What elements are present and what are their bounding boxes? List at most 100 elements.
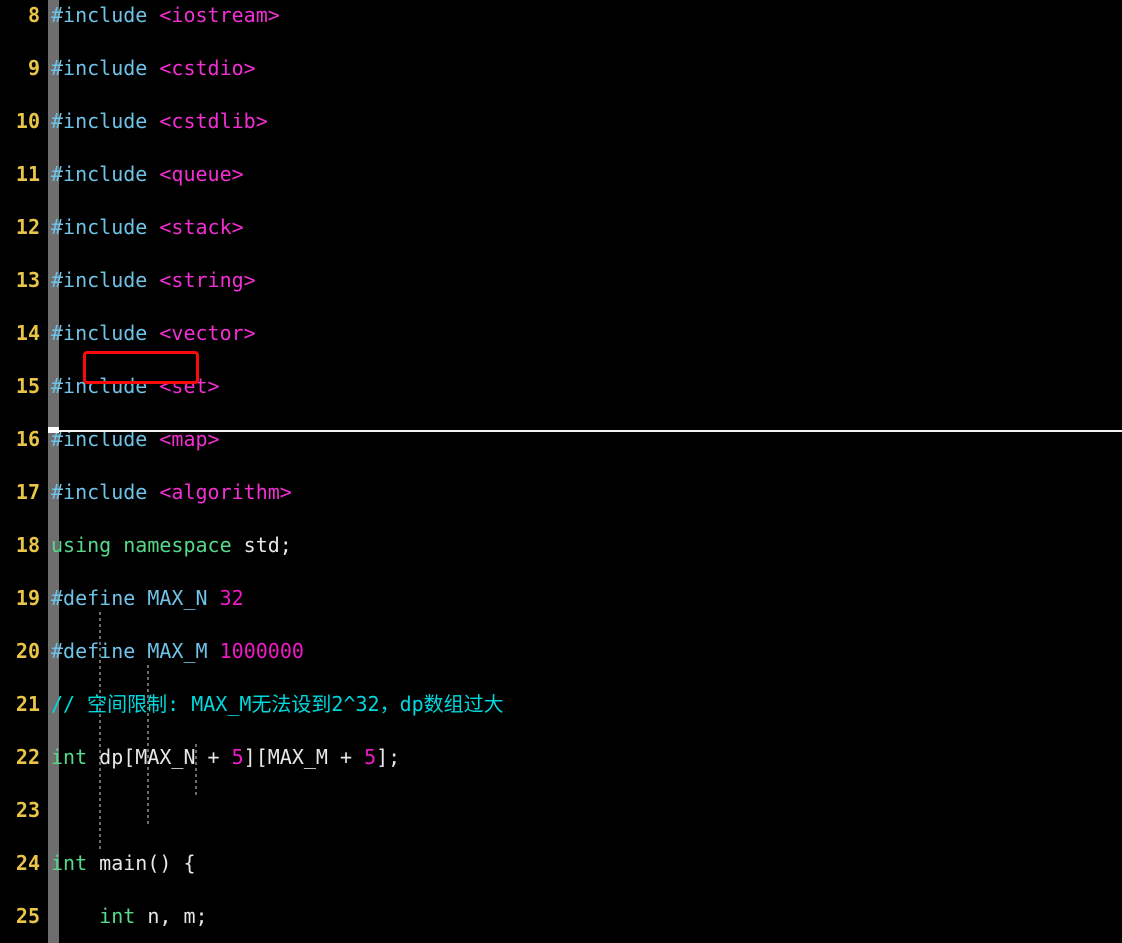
code-token: #include bbox=[51, 56, 148, 80]
code-token: using namespace bbox=[51, 533, 232, 557]
line-number: 10 bbox=[15, 109, 40, 133]
code-line-text: #include <cstdio> bbox=[51, 55, 256, 82]
code-token: main() { bbox=[87, 851, 196, 875]
code-line[interactable]: 18 using namespace std; bbox=[0, 532, 1122, 559]
code-line-text: int n, m; bbox=[51, 903, 208, 930]
code-token: #include bbox=[51, 215, 148, 239]
line-number: 25 bbox=[15, 904, 40, 928]
code-line-text: #include <vector> bbox=[51, 320, 256, 347]
code-line[interactable]: 22 int dp[MAX_N + 5][MAX_M + 5]; bbox=[0, 744, 1122, 771]
code-line-text: #include <algorithm> bbox=[51, 479, 292, 506]
line-number: 18 bbox=[15, 533, 40, 557]
line-number: 14 bbox=[15, 321, 40, 345]
code-token: 5 bbox=[364, 745, 377, 769]
code-line[interactable]: 23 bbox=[0, 797, 1122, 824]
code-token: <set> bbox=[159, 374, 220, 398]
code-token: #define bbox=[51, 586, 136, 610]
line-number: 13 bbox=[15, 268, 40, 292]
code-line-text: #include <set> bbox=[51, 373, 220, 400]
code-token: MAX_M bbox=[147, 639, 208, 663]
code-token: dp[MAX_N + bbox=[87, 745, 232, 769]
code-line[interactable]: 15 #include <set> bbox=[0, 373, 1122, 400]
line-number: 17 bbox=[15, 480, 40, 504]
code-token: <algorithm> bbox=[159, 480, 292, 504]
code-line[interactable]: 20 #define MAX_M 1000000 bbox=[0, 638, 1122, 665]
cursor-line-marker bbox=[48, 427, 59, 433]
code-token: #define bbox=[51, 639, 136, 663]
code-line-text: // 空间限制: MAX_M无法设到2^32，dp数组过大 bbox=[51, 691, 504, 718]
code-line-text: #include <iostream> bbox=[51, 2, 280, 29]
code-line-text: using namespace std; bbox=[51, 532, 292, 559]
code-editor-view[interactable]: 8 #include <iostream> 9 #include <cstdio> 10… bbox=[0, 0, 1122, 943]
code-token: int bbox=[51, 745, 88, 769]
code-line-text: #include <queue> bbox=[51, 161, 244, 188]
code-token: <stack> bbox=[159, 215, 244, 239]
line-number: 8 bbox=[27, 3, 40, 27]
line-number: 20 bbox=[15, 639, 40, 663]
code-token: #include bbox=[51, 3, 148, 27]
code-line[interactable]: 12 #include <stack> bbox=[0, 214, 1122, 241]
line-number: 16 bbox=[15, 427, 40, 451]
code-token: <iostream> bbox=[159, 3, 280, 27]
line-number: 23 bbox=[15, 798, 40, 822]
code-line-text: #include <stack> bbox=[51, 214, 244, 241]
code-line[interactable]: 21 // 空间限制: MAX_M无法设到2^32，dp数组过大 bbox=[0, 691, 1122, 718]
code-line-text: #include <string> bbox=[51, 267, 256, 294]
code-line[interactable]: 24 int main() { bbox=[0, 850, 1122, 877]
code-line[interactable]: 9 #include <cstdio> bbox=[0, 55, 1122, 82]
code-token: #include bbox=[51, 109, 148, 133]
code-token: 5 bbox=[231, 745, 244, 769]
code-line-text: int main() { bbox=[51, 850, 196, 877]
code-token: // 空间限制: MAX_M无法设到2^32，dp数组过大 bbox=[51, 692, 504, 716]
code-line[interactable]: 10 #include <cstdlib> bbox=[0, 108, 1122, 135]
code-line[interactable]: 8 #include <iostream> bbox=[0, 2, 1122, 29]
code-token: 32 bbox=[219, 586, 244, 610]
code-line[interactable]: 13 #include <string> bbox=[0, 267, 1122, 294]
code-token: n, m; bbox=[135, 904, 208, 928]
code-line-text: #define MAX_N 32 bbox=[51, 585, 244, 612]
code-line-text: #include <cstdlib> bbox=[51, 108, 268, 135]
code-line[interactable]: 17 #include <algorithm> bbox=[0, 479, 1122, 506]
code-token: #include bbox=[51, 374, 148, 398]
code-token: ]; bbox=[376, 745, 401, 769]
code-line[interactable]: 11 #include <queue> bbox=[0, 161, 1122, 188]
line-number: 22 bbox=[15, 745, 40, 769]
code-token: ][MAX_M + bbox=[243, 745, 365, 769]
line-number: 11 bbox=[15, 162, 40, 186]
code-line-list[interactable]: 8 #include <iostream> 9 #include <cstdio> 10… bbox=[0, 0, 1122, 928]
code-token: std; bbox=[231, 533, 292, 557]
code-token: <cstdio> bbox=[159, 56, 256, 80]
line-number: 9 bbox=[27, 56, 40, 80]
code-line[interactable]: 14 #include <vector> bbox=[0, 320, 1122, 347]
code-line[interactable]: 19 #define MAX_N 32 bbox=[0, 585, 1122, 612]
line-number: 24 bbox=[15, 851, 40, 875]
code-token: <string> bbox=[159, 268, 256, 292]
code-token: #include bbox=[51, 321, 148, 345]
line-number: 15 bbox=[15, 374, 40, 398]
line-number: 21 bbox=[15, 692, 40, 716]
cursor-line-rule bbox=[59, 430, 1122, 432]
code-token: #include bbox=[51, 268, 148, 292]
line-number: 19 bbox=[15, 586, 40, 610]
code-line-text: int dp[MAX_N + 5][MAX_M + 5]; bbox=[51, 744, 400, 771]
code-line[interactable]: 25 int n, m; bbox=[0, 903, 1122, 930]
code-token: #include bbox=[51, 162, 148, 186]
code-token: <vector> bbox=[159, 321, 256, 345]
code-token: int bbox=[99, 904, 136, 928]
code-token: int bbox=[51, 851, 88, 875]
code-line-text: #define MAX_M 1000000 bbox=[51, 638, 304, 665]
line-number: 12 bbox=[15, 215, 40, 239]
